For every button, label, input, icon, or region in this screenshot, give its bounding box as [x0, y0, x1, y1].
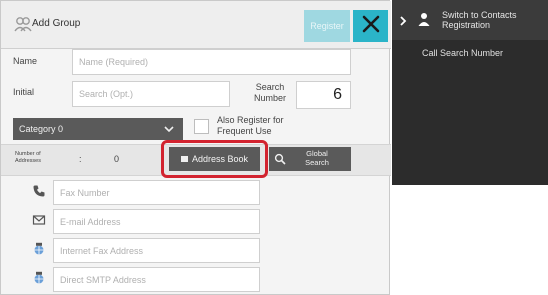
addresses-count-label: Number of Addresses — [15, 151, 41, 164]
search-number-field[interactable]: 6 — [296, 81, 351, 109]
name-label: Name — [13, 56, 38, 66]
side-panel: Switch to Contacts Registration Call Sea… — [392, 0, 548, 295]
addresses-count-value: 0 — [114, 154, 120, 164]
search-number-value: 6 — [333, 86, 342, 103]
close-button[interactable] — [353, 10, 388, 42]
smtp-globe-icon — [32, 271, 46, 285]
frequent-use-checkbox[interactable] — [194, 119, 209, 134]
initial-label: Initial — [13, 87, 35, 97]
dialog-titlebar: Add Group Register — [1, 1, 391, 49]
fax-placeholder: Fax Number — [60, 187, 110, 198]
side-panel-blank — [392, 185, 548, 295]
call-search-number-item[interactable]: Call Search Number — [422, 48, 503, 58]
initial-field[interactable]: Search (Opt.) — [72, 81, 230, 107]
dialog-title: Add Group — [32, 18, 81, 29]
highlight-frame — [161, 140, 268, 178]
internet-fax-icon — [32, 242, 46, 256]
global-search-label: Global Search — [305, 149, 329, 167]
close-icon — [361, 14, 381, 39]
initial-placeholder: Search (Opt.) — [79, 89, 134, 99]
email-placeholder: E-mail Address — [60, 216, 121, 227]
add-group-dialog: Add Group Register Name Name (Required) … — [0, 0, 391, 295]
global-search-button[interactable]: Global Search — [269, 147, 351, 171]
search-number-label: Search Number — [253, 82, 286, 103]
frequent-use-label: Also Register for Frequent Use — [217, 115, 284, 136]
group-icon — [14, 16, 32, 32]
category-select[interactable]: Category 0 — [13, 118, 183, 140]
phone-icon — [32, 184, 46, 198]
name-field[interactable]: Name (Required) — [72, 49, 351, 75]
register-button[interactable]: Register — [304, 10, 350, 42]
count-separator: : — [79, 154, 82, 164]
fax-number-field[interactable]: Fax Number — [53, 180, 260, 205]
person-icon — [418, 12, 430, 26]
switch-to-contacts-label: Switch to Contacts Registration — [442, 10, 517, 30]
switch-to-contacts-button[interactable]: Switch to Contacts Registration — [392, 0, 548, 40]
chevron-right-icon — [398, 14, 408, 26]
ifax-placeholder: Internet Fax Address — [60, 245, 144, 256]
internet-fax-field[interactable]: Internet Fax Address — [53, 238, 260, 263]
category-value: Category 0 — [19, 124, 64, 134]
smtp-placeholder: Direct SMTP Address — [60, 274, 146, 285]
envelope-icon — [32, 213, 46, 227]
chevron-down-icon — [163, 123, 175, 135]
search-icon — [274, 153, 286, 165]
email-field[interactable]: E-mail Address — [53, 209, 260, 234]
name-placeholder: Name (Required) — [79, 57, 149, 67]
direct-smtp-field[interactable]: Direct SMTP Address — [53, 267, 260, 292]
